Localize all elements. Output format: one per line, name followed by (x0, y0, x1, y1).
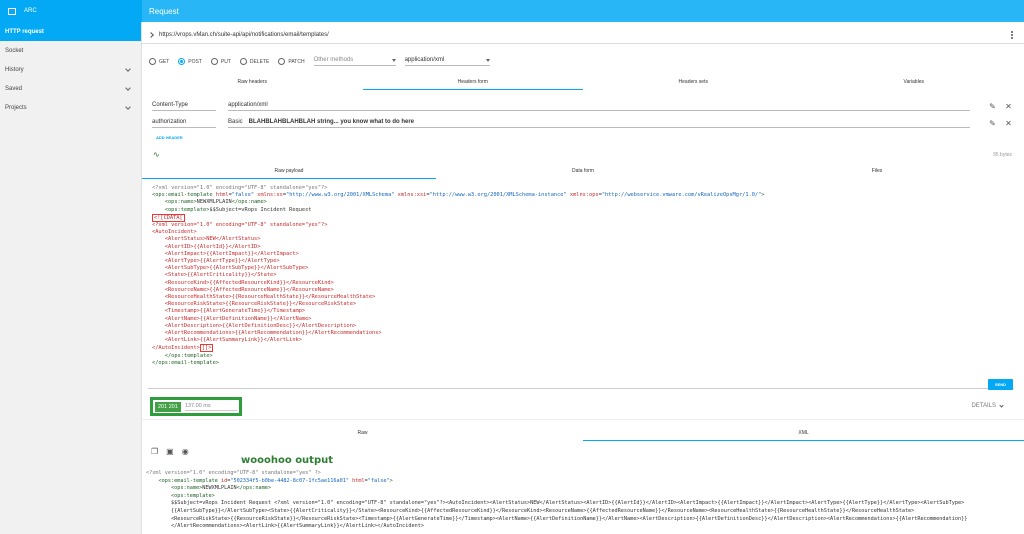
url-row: https://vrops.vMan.ch/suite-api/api/noti… (142, 26, 1024, 44)
response-status-highlight: 201 201 137.00 ms (150, 397, 242, 416)
chevron-down-icon (125, 65, 131, 72)
tab-headers-sets[interactable]: Headers sets (583, 79, 804, 90)
status-badge: 201 201 (155, 401, 181, 412)
chevron-down-icon (999, 402, 1004, 408)
method-label: PATCH (288, 58, 305, 65)
edit-icon[interactable]: ✎ (989, 102, 996, 110)
method-radio-post[interactable]: POST (178, 58, 202, 65)
close-icon[interactable]: ✕ (1005, 119, 1012, 127)
header-name-field[interactable]: Content-Type (152, 102, 216, 111)
method-radio-delete[interactable]: DELETE (239, 58, 270, 65)
header-name-field[interactable]: authorization (152, 119, 216, 128)
tab-raw[interactable]: Raw (142, 430, 583, 441)
app-header: ARC (0, 0, 142, 22)
sidebar: HTTP request Socket History Saved Projec… (0, 22, 142, 534)
header-value-extra: BLAHBLAHBLAHBLAH string... you know what… (248, 118, 414, 125)
copy-icon[interactable]: ❐ (151, 447, 158, 456)
sidebar-item-socket[interactable]: Socket (0, 41, 141, 60)
sidebar-item-http-request[interactable]: HTTP request (0, 22, 141, 41)
response-toolbar: ❐ ▣ ◉ (151, 447, 189, 456)
response-time: 137.00 ms (184, 403, 237, 411)
sidebar-item-history[interactable]: History (0, 60, 141, 79)
method-selector: GET POST PUT DELETE PATCH Other methods … (149, 57, 499, 66)
tab-raw-payload[interactable]: Raw payload (142, 168, 436, 179)
chevron-down-icon (125, 84, 131, 91)
details-label: DETAILS (971, 403, 996, 409)
expand-url-icon[interactable] (148, 31, 154, 38)
header-row: Content-Type application/xml ✎ ✕ (152, 99, 1012, 113)
header-value-text: application/xml (228, 101, 268, 108)
send-button[interactable]: SEND (988, 379, 1013, 390)
tab-xml[interactable]: XML (583, 430, 1024, 441)
sidebar-item-label: Socket (5, 47, 24, 54)
response-tabs: Raw XML (142, 430, 1024, 441)
details-toggle[interactable]: DETAILS (971, 402, 1004, 409)
select-value: application/xml (404, 57, 445, 63)
url-input[interactable]: https://vrops.vMan.ch/suite-api/api/noti… (159, 32, 1011, 38)
annotation-text: wooohoo output (241, 455, 334, 466)
payload-tabs: Raw payload Data form Files (142, 168, 1024, 179)
content-type-select[interactable]: application/xml (404, 57, 490, 66)
method-radio-get[interactable]: GET (149, 58, 169, 65)
sidebar-item-label: Projects (5, 104, 27, 111)
sidebar-item-label: History (5, 66, 24, 73)
content-action-icon[interactable]: ∿ (153, 150, 160, 159)
chevron-down-icon (125, 103, 131, 110)
tab-files[interactable]: Files (730, 168, 1024, 179)
header-value-field[interactable]: application/xml (228, 102, 970, 111)
add-header-button[interactable]: ADD HEADER (156, 135, 183, 140)
edit-icon[interactable]: ✎ (989, 119, 996, 127)
app-logo-icon (8, 7, 16, 15)
save-icon[interactable]: ▣ (166, 447, 174, 456)
close-icon[interactable]: ✕ (1005, 102, 1012, 110)
request-panel: https://vrops.vMan.ch/suite-api/api/noti… (142, 22, 1024, 534)
header-tabs: Raw headers Headers form Headers sets Va… (142, 79, 1024, 90)
method-label: PUT (220, 58, 231, 65)
divider (142, 419, 1024, 420)
view-icon[interactable]: ◉ (182, 447, 189, 456)
tab-headers-form[interactable]: Headers form (362, 79, 584, 90)
method-radio-put[interactable]: PUT (210, 58, 231, 65)
select-value: Other methods (313, 57, 354, 63)
method-label: POST (188, 58, 202, 65)
sidebar-item-projects[interactable]: Projects (0, 98, 141, 117)
other-methods-select[interactable]: Other methods (313, 57, 396, 66)
sidebar-item-label: Saved (5, 85, 23, 92)
sidebar-item-saved[interactable]: Saved (0, 79, 141, 98)
dropdown-arrow-icon (485, 58, 490, 62)
page-title: Request (142, 0, 1024, 22)
tab-raw-headers[interactable]: Raw headers (142, 79, 363, 90)
header-value-text: Basic (228, 118, 243, 125)
method-label: GET (159, 58, 170, 65)
header-value-field[interactable]: Basic BLAHBLAHBLAHBLAH string... you know… (228, 119, 970, 128)
sidebar-item-label: HTTP request (5, 28, 44, 35)
tab-variables[interactable]: Variables (804, 79, 1024, 90)
dropdown-arrow-icon (391, 58, 396, 62)
payload-size: 95 bytes (993, 152, 1012, 158)
app-name: ARC (24, 8, 37, 14)
response-output: <?xml version="1.0" encoding="UTF-8" sta… (146, 470, 968, 530)
payload-editor[interactable]: <?xml version="1.0" encoding="UTF-8" sta… (148, 183, 1014, 389)
more-vert-icon[interactable] (1011, 30, 1014, 39)
header-row: authorization Basic BLAHBLAHBLAHBLAH stri… (152, 116, 1012, 130)
method-label: DELETE (249, 58, 270, 65)
tab-data-form[interactable]: Data form (436, 168, 730, 179)
method-radio-patch[interactable]: PATCH (278, 58, 305, 65)
